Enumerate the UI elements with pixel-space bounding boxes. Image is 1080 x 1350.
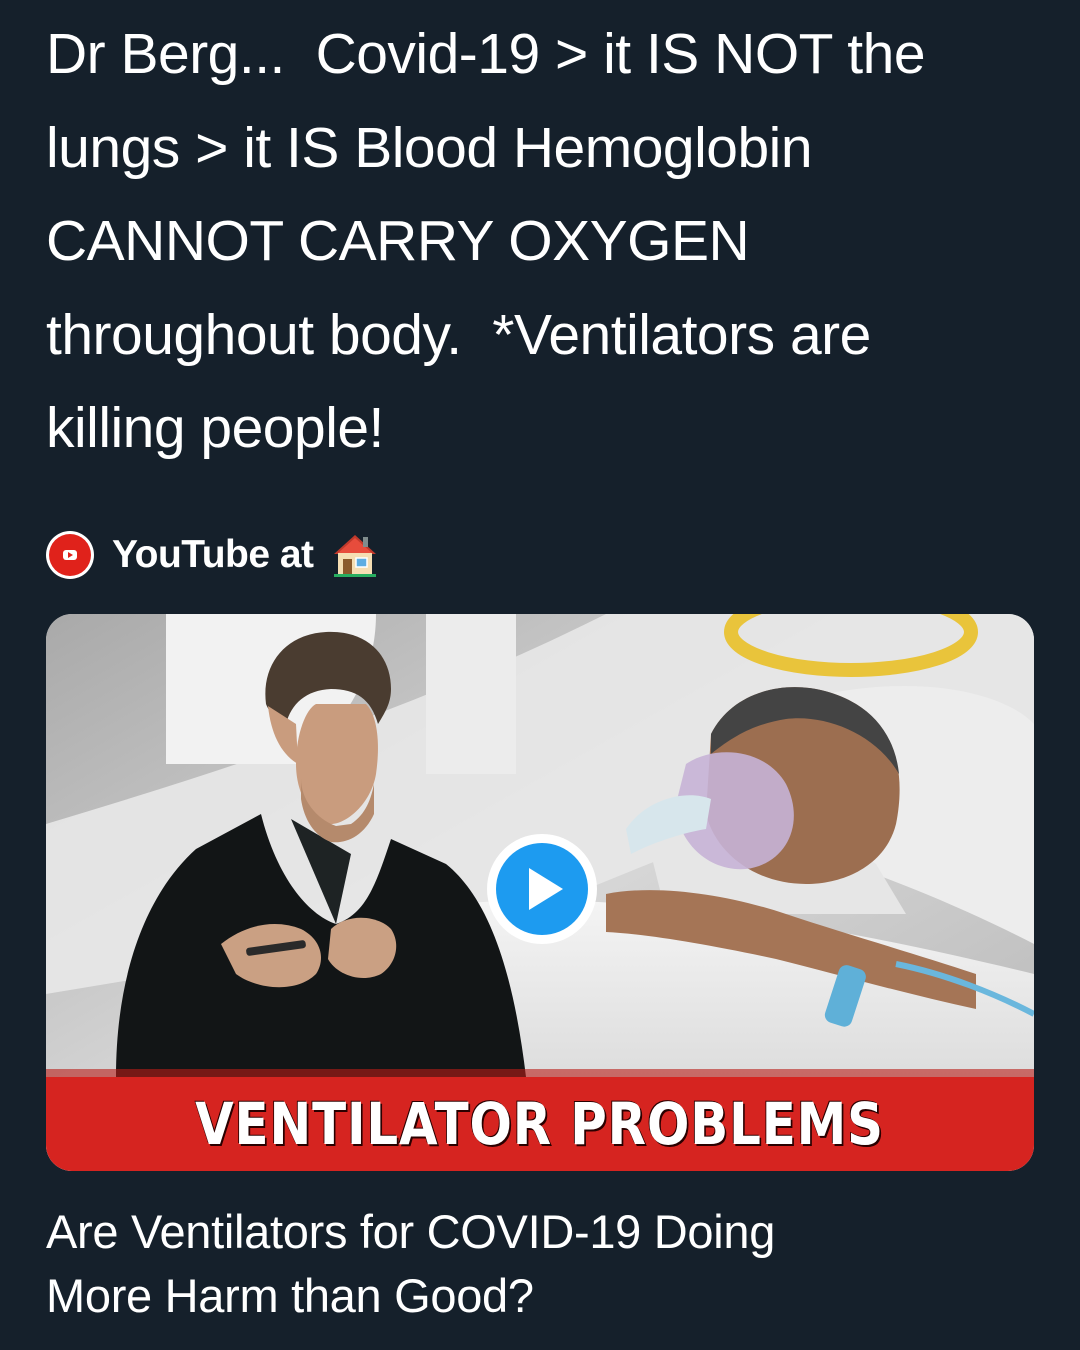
- tweet-text-line: throughout body. *Ventilators are: [46, 302, 871, 367]
- source-label: YouTube at: [112, 533, 314, 576]
- house-icon: [333, 535, 376, 577]
- tweet-text-line: CANNOT CARRY OXYGEN: [46, 209, 750, 273]
- thumbnail-caption-banner: VENTILATOR PROBLEMS: [46, 1077, 1034, 1171]
- video-title[interactable]: Are Ventilators for COVID-19 Doing More …: [46, 1200, 1036, 1328]
- video-title-line: Are Ventilators for COVID-19 Doing: [46, 1205, 776, 1258]
- tweet-text: Dr Berg... Covid-19 > it IS NOT the lung…: [46, 8, 1046, 476]
- tweet-text-line: lungs > it IS Blood Hemoglobin: [46, 115, 813, 180]
- tweet-text-line: killing people!: [46, 396, 384, 460]
- youtube-icon: [46, 531, 94, 579]
- thumbnail-caption: VENTILATOR PROBLEMS: [195, 1090, 885, 1158]
- play-button[interactable]: [487, 834, 597, 944]
- video-card[interactable]: VENTILATOR PROBLEMS: [46, 614, 1034, 1171]
- play-icon: [529, 868, 563, 910]
- source-attribution[interactable]: YouTube at: [46, 530, 378, 580]
- tweet-text-line: Dr Berg... Covid-19 > it IS NOT the: [46, 22, 926, 86]
- video-title-line: More Harm than Good?: [46, 1269, 534, 1322]
